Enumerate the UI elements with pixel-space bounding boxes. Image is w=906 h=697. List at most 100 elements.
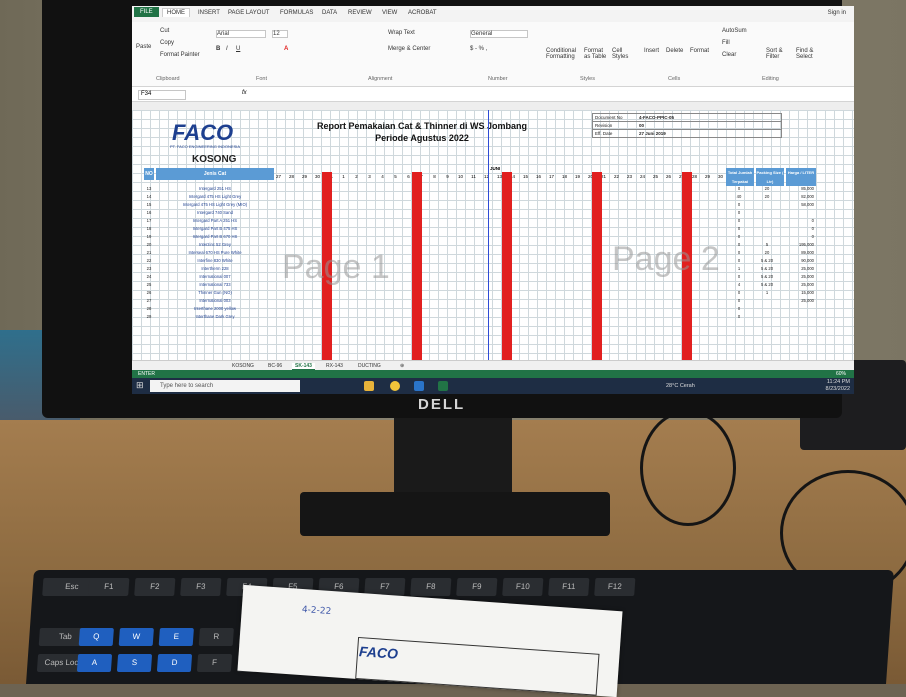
table-row[interactable]: 13 Intergard 251 HS 0 20 85,000 <box>144 186 854 194</box>
table-row[interactable]: 17 Intergard Part A 251 HS 0 0 <box>144 218 854 226</box>
table-row[interactable]: 18 Intergard Part B 475 HS 0 0 <box>144 226 854 234</box>
fx-icon[interactable]: fx <box>242 90 247 96</box>
table-row[interactable]: 27 International 003 0 25,000 <box>144 298 854 306</box>
add-sheet-icon[interactable]: ⊕ <box>400 363 404 369</box>
format-as-table-button[interactable]: Format as Table <box>584 48 610 60</box>
sheet-tab-rx143[interactable]: RX-143 <box>326 363 343 369</box>
day-number: 5 <box>394 174 397 179</box>
fill-button[interactable]: Fill <box>722 40 730 46</box>
table-row[interactable]: 15 Intergard 475 HS Light Grey (MIO) 0 58,0… <box>144 202 854 210</box>
sheet-tab-ducting[interactable]: DUCTING <box>358 363 381 369</box>
table-row[interactable]: 28 Interthane 2000 yellow 0 <box>144 306 854 314</box>
delete-cells-button[interactable]: Delete <box>666 48 683 54</box>
paste-button[interactable]: Paste <box>136 44 151 50</box>
keyboard-key[interactable]: F3 <box>180 578 222 596</box>
file-explorer-icon[interactable] <box>364 381 374 391</box>
paint-name: Interzinc 52 Grey <box>199 242 231 247</box>
tab-data[interactable]: DATA <box>322 10 337 16</box>
find-select-button[interactable]: Find & Select <box>796 48 822 60</box>
paint-name: International 733 <box>199 282 231 287</box>
format-painter-button[interactable]: Format Painter <box>160 52 200 58</box>
clear-button[interactable]: Clear <box>722 52 736 58</box>
keyboard-key[interactable]: F10 <box>502 578 544 596</box>
italic-button[interactable]: I <box>226 46 228 52</box>
zoom-level[interactable]: 60% <box>836 371 846 377</box>
worksheet[interactable]: FACO PT. FACO ENGINEERING INDONESIA KOSO… <box>132 110 854 362</box>
table-row[interactable]: 20 Interzinc 52 Grey 0 5 195,000 <box>144 242 854 250</box>
keyboard-key[interactable]: F1 <box>88 578 130 596</box>
paint-name: International 007 <box>199 274 231 279</box>
font-size-select[interactable]: 12 <box>272 30 288 38</box>
total-used: 0 <box>737 306 741 311</box>
day-number: 9 <box>446 174 449 179</box>
font-color-button[interactable]: A <box>284 46 288 52</box>
keyboard-key[interactable]: F2 <box>134 578 176 596</box>
number-format-select[interactable]: General <box>470 30 528 38</box>
autosum-button[interactable]: AutoSum <box>722 28 747 34</box>
row-no: 21 <box>146 250 152 255</box>
chrome-icon[interactable] <box>390 381 400 391</box>
tab-review[interactable]: REVIEW <box>348 10 372 16</box>
format-cells-button[interactable]: Format <box>690 48 709 54</box>
table-row[interactable]: 19 Intergard Part B 670 HS 0 0 <box>144 234 854 242</box>
keyboard-key[interactable]: F9 <box>456 578 498 596</box>
table-row[interactable]: 21 Interseal 670 HS Pure White 0 20 89,000 <box>144 250 854 258</box>
total-used: 0 <box>737 258 741 263</box>
page1-watermark: Page 1 <box>282 248 390 286</box>
number-format-buttons[interactable]: $ - % , <box>470 46 487 52</box>
tab-page-layout[interactable]: PAGE LAYOUT <box>228 10 269 16</box>
keyboard-key[interactable]: F8 <box>410 578 452 596</box>
sheet-tab-sk143[interactable]: SK-143 <box>292 363 315 370</box>
sheet-tab-kosong[interactable]: KOSONG <box>232 363 254 369</box>
conditional-formatting-button[interactable]: Conditional Formatting <box>546 48 586 60</box>
tab-insert[interactable]: INSERT <box>198 10 220 16</box>
table-row[interactable]: 24 International 007 0 5 & 20 25,000 <box>144 274 854 282</box>
sort-filter-button[interactable]: Sort & Filter <box>766 48 792 60</box>
tab-file[interactable]: FILE <box>134 7 159 17</box>
dell-logo: DELL <box>418 396 466 413</box>
keyboard-key[interactable]: F11 <box>548 578 590 596</box>
cell-styles-button[interactable]: Cell Styles <box>612 48 632 60</box>
keyboard-key[interactable]: A <box>76 654 113 672</box>
keyboard-key[interactable]: Q <box>78 628 114 646</box>
keyboard-key[interactable]: R <box>198 628 234 646</box>
keyboard-key[interactable]: S <box>116 654 153 672</box>
insert-cells-button[interactable]: Insert <box>644 48 659 54</box>
row-no: 23 <box>146 266 152 271</box>
table-row[interactable]: 16 Intergard 740 Sand 0 <box>144 210 854 218</box>
day-number: 18 <box>561 174 567 179</box>
table-row[interactable]: 26 Thinner Gun (NO) 0 1 15,000 <box>144 290 854 298</box>
day-number: 11 <box>471 174 476 179</box>
weather-widget[interactable]: 28°C Cerah <box>666 383 695 389</box>
name-box[interactable]: F34 <box>138 90 186 100</box>
taskbar-search[interactable]: Type here to search <box>150 380 300 392</box>
table-row[interactable]: 14 Intergard 475 HS Light Grey 40 20 82,000 <box>144 194 854 202</box>
excel-taskbar-icon[interactable] <box>438 381 448 391</box>
table-row[interactable]: 22 Interfine 830 White 0 5 & 20 90,000 <box>144 258 854 266</box>
sheet-tab-bc96[interactable]: BC-96 <box>268 363 282 369</box>
table-row[interactable]: 23 Intertherm 228 1 5 & 20 25,000 <box>144 266 854 274</box>
keyboard-key[interactable]: F12 <box>594 578 636 596</box>
wrap-text-button[interactable]: Wrap Text <box>388 30 415 36</box>
table-row[interactable]: 29 Interthane Dark Grey 0 <box>144 314 854 322</box>
tab-view[interactable]: VIEW <box>382 10 397 16</box>
windows-start-icon[interactable]: ⊞ <box>136 380 144 391</box>
keyboard-key[interactable]: D <box>156 654 193 672</box>
keyboard-key[interactable]: F <box>196 654 233 672</box>
keyboard-key[interactable]: E <box>158 628 194 646</box>
tab-acrobat[interactable]: ACROBAT <box>408 10 437 16</box>
copy-button[interactable]: Copy <box>160 40 174 46</box>
keyboard-key[interactable]: W <box>118 628 154 646</box>
signin-link[interactable]: Sign in <box>828 10 846 16</box>
cut-button[interactable]: Cut <box>160 28 169 34</box>
tab-formulas[interactable]: FORMULAS <box>280 10 313 16</box>
merge-center-button[interactable]: Merge & Center <box>388 46 430 52</box>
bold-button[interactable]: B <box>216 46 220 52</box>
font-name-select[interactable]: Arial <box>216 30 266 38</box>
outlook-icon[interactable] <box>414 381 424 391</box>
underline-button[interactable]: U <box>236 46 240 52</box>
paint-name: Intergard Part B 475 HS <box>192 226 238 231</box>
clock[interactable]: 11:24 PM 8/23/2022 <box>826 379 850 393</box>
tab-home[interactable]: HOME <box>162 8 190 17</box>
table-row[interactable]: 25 International 733 4 5 & 20 25,000 <box>144 282 854 290</box>
